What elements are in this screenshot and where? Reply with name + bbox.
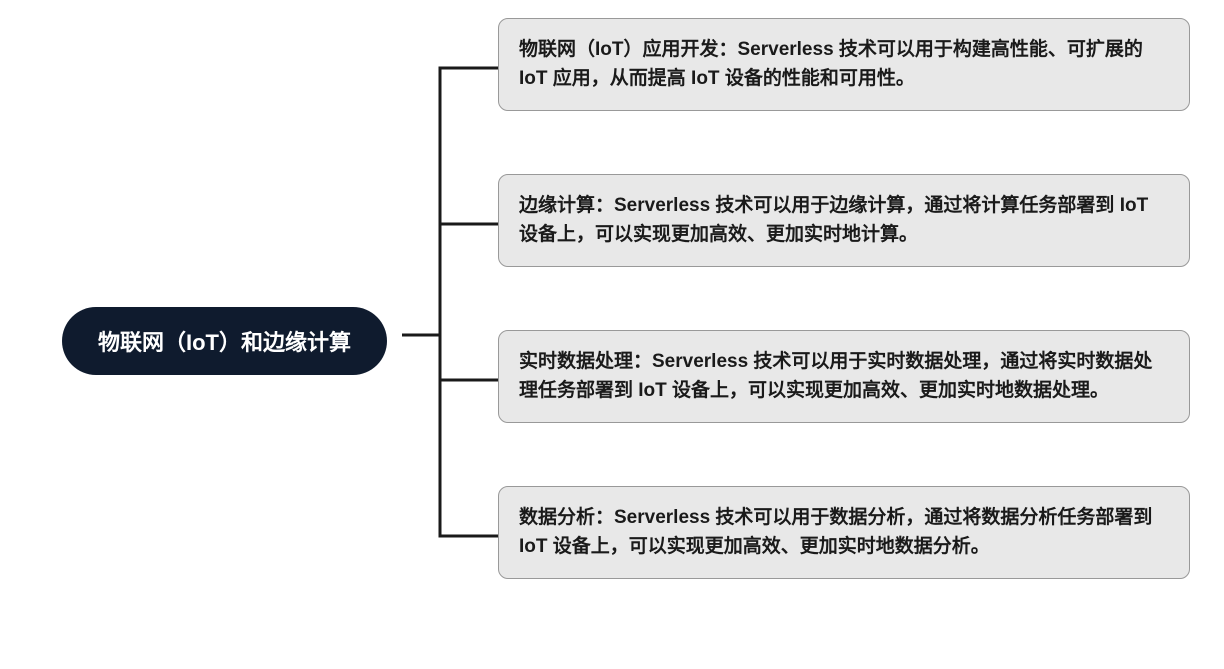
child-text: 物联网（IoT）应用开发：Serverless 技术可以用于构建高性能、可扩展的… bbox=[519, 39, 1143, 89]
root-label: 物联网（IoT）和边缘计算 bbox=[98, 330, 351, 355]
child-text: 实时数据处理：Serverless 技术可以用于实时数据处理，通过将实时数据处理… bbox=[519, 351, 1152, 401]
child-node-iot-app: 物联网（IoT）应用开发：Serverless 技术可以用于构建高性能、可扩展的… bbox=[498, 18, 1190, 111]
child-text: 边缘计算：Serverless 技术可以用于边缘计算，通过将计算任务部署到 Io… bbox=[519, 195, 1148, 245]
child-node-data-analysis: 数据分析：Serverless 技术可以用于数据分析，通过将数据分析任务部署到 … bbox=[498, 486, 1190, 579]
child-node-edge-computing: 边缘计算：Serverless 技术可以用于边缘计算，通过将计算任务部署到 Io… bbox=[498, 174, 1190, 267]
child-node-realtime-data: 实时数据处理：Serverless 技术可以用于实时数据处理，通过将实时数据处理… bbox=[498, 330, 1190, 423]
root-node: 物联网（IoT）和边缘计算 bbox=[62, 307, 387, 375]
mindmap-container: 物联网（IoT）和边缘计算 物联网（IoT）应用开发：Serverless 技术… bbox=[0, 0, 1224, 669]
child-text: 数据分析：Serverless 技术可以用于数据分析，通过将数据分析任务部署到 … bbox=[519, 507, 1152, 557]
